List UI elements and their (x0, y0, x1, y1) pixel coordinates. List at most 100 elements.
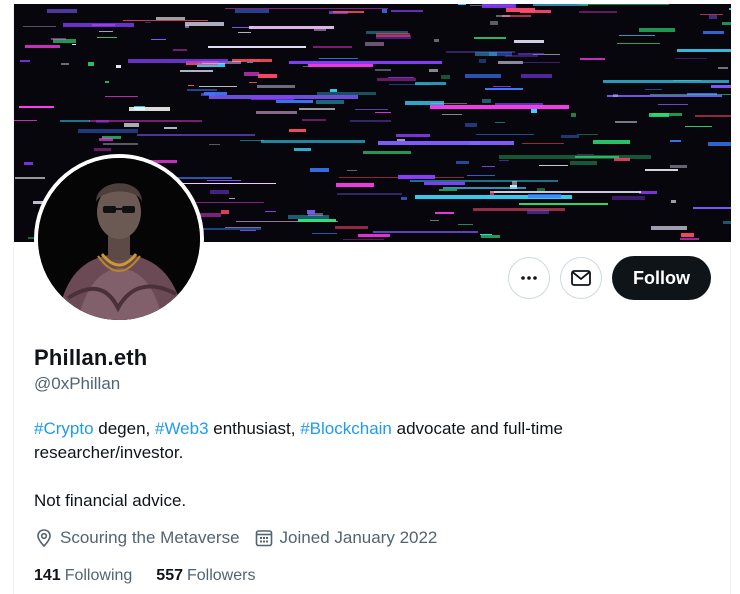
avatar[interactable] (38, 158, 200, 320)
banner-glitch-stripe (722, 22, 731, 25)
banner-glitch-stripe (579, 11, 617, 13)
banner-glitch-stripe (207, 180, 241, 181)
banner-glitch-stripe (615, 121, 637, 123)
banner-glitch-stripe (89, 120, 202, 122)
banner-glitch-stripe (429, 69, 438, 72)
banner-glitch-stripe (335, 226, 368, 229)
banner-glitch-stripe (493, 86, 511, 87)
banner-glitch-stripe (180, 70, 213, 72)
banner-glitch-stripe (358, 234, 390, 237)
banner-glitch-stripe (309, 98, 315, 99)
banner-glitch-stripe (235, 9, 269, 13)
hashtag-link-web3[interactable]: #Web3 (155, 419, 209, 438)
banner-glitch-stripe (221, 210, 229, 214)
banner-glitch-stripe (314, 29, 326, 31)
follow-button[interactable]: Follow (612, 256, 711, 300)
banner-glitch-stripe (308, 64, 373, 67)
calendar-icon (255, 530, 272, 547)
banner-glitch-stripe (441, 75, 450, 79)
banner-glitch-stripe (316, 100, 344, 104)
banner-glitch-stripe (350, 120, 391, 122)
bio-text: #Crypto degen, #Web3 enthusiast, #Blockc… (34, 417, 654, 465)
banner-glitch-stripe (577, 134, 598, 135)
banner-glitch-stripe (375, 69, 391, 71)
banner-glitch-stripe (495, 122, 505, 123)
banner-glitch-stripe (397, 139, 405, 141)
banner-glitch-stripe (208, 46, 306, 48)
banner-glitch-stripe (343, 239, 384, 240)
banner-glitch-stripe (490, 191, 641, 193)
more-button[interactable] (508, 257, 550, 299)
banner-glitch-stripe (310, 168, 329, 172)
banner-glitch-stripe (480, 234, 492, 235)
banner-glitch-stripe (458, 224, 473, 225)
banner-glitch-stripe (723, 221, 731, 224)
more-horizontal-icon (521, 276, 537, 280)
follow-stats: 141 Following 557 Followers (34, 567, 279, 585)
banner-glitch-stripe (337, 193, 402, 195)
banner-glitch-stripe (240, 230, 256, 231)
banner-glitch-stripe (708, 142, 731, 146)
banner-glitch-stripe (700, 14, 723, 15)
banner-glitch-stripe (514, 40, 544, 43)
banner-glitch-stripe (652, 113, 682, 116)
banner-glitch-stripe (446, 51, 515, 53)
profile-card: Follow Phillan.eth @0xPhillan #Crypto de… (13, 0, 731, 594)
banner-glitch-stripe (506, 8, 535, 12)
banner-glitch-stripe (458, 4, 466, 5)
banner-glitch-stripe (261, 140, 365, 143)
banner-glitch-stripe (265, 211, 276, 212)
banner-glitch-stripe (410, 180, 558, 182)
bio-disclaimer: Not financial advice. (34, 491, 187, 510)
banner-glitch-stripe (645, 89, 662, 90)
banner-glitch-stripe (639, 28, 675, 32)
banner-glitch-stripe (116, 65, 121, 68)
banner-glitch-stripe (124, 123, 139, 127)
banner-glitch-stripe (481, 235, 500, 238)
banner-glitch-stripe (391, 10, 423, 12)
banner-glitch-stripe (199, 86, 237, 87)
banner-glitch-stripe (482, 4, 516, 8)
hashtag-link-crypto[interactable]: #Crypto (34, 419, 94, 438)
banner-glitch-stripe (299, 108, 335, 110)
banner-glitch-stripe (675, 58, 707, 59)
banner-glitch-stripe (289, 61, 442, 64)
banner-glitch-stripe (97, 37, 117, 38)
banner-glitch-stripe (650, 94, 731, 95)
banner-glitch-stripe (137, 134, 255, 136)
followers-link[interactable]: 557 Followers (156, 567, 255, 585)
banner-glitch-stripe (703, 31, 724, 34)
banner-glitch-stripe (473, 208, 565, 211)
banner-glitch-stripe (209, 144, 220, 145)
banner-glitch-stripe (105, 96, 138, 97)
banner-glitch-stripe (613, 94, 618, 97)
bio-text-segment: degen, (93, 419, 155, 438)
hashtag-link-blockchain[interactable]: #Blockchain (300, 419, 392, 438)
banner-glitch-stripe (333, 11, 364, 13)
banner-glitch-stripe (527, 210, 549, 214)
banner-glitch-stripe (382, 9, 387, 13)
banner-glitch-stripe (145, 22, 151, 23)
following-link[interactable]: 141 Following (34, 567, 132, 585)
message-button[interactable] (560, 257, 602, 299)
banner-glitch-stripe (482, 99, 491, 103)
banner-glitch-stripe (439, 189, 457, 191)
banner-glitch-stripe (330, 89, 337, 92)
banner-glitch-stripe (718, 67, 728, 69)
banner-glitch-stripe (695, 115, 731, 117)
banner-glitch-stripe (442, 114, 462, 115)
banner-glitch-stripe (258, 74, 277, 78)
banner-glitch-stripe (579, 4, 669, 5)
banner-glitch-stripe (528, 194, 561, 198)
banner-glitch-stripe (575, 156, 619, 158)
banner-glitch-stripe (443, 187, 526, 189)
banner-glitch-stripe (60, 120, 90, 122)
banner-glitch-stripe (490, 191, 494, 195)
banner-glitch-stripe (658, 104, 688, 105)
banner-glitch-stripe (603, 80, 729, 83)
banner-glitch-stripe (151, 39, 166, 40)
banner-glitch-stripe (434, 39, 439, 42)
following-label: Following (64, 567, 133, 584)
banner-glitch-stripe (336, 183, 374, 187)
banner-glitch-stripe (244, 72, 259, 76)
